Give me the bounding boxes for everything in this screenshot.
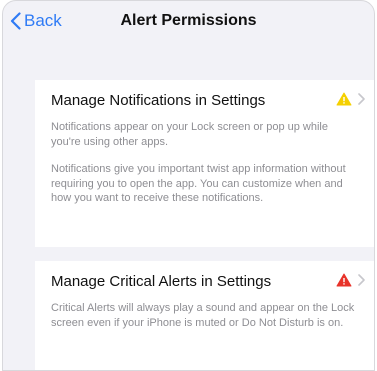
chevron-right-icon (358, 274, 365, 286)
notifications-description-1: Notifications appear on your Lock screen… (51, 121, 328, 148)
critical-alerts-card: Manage Critical Alerts in Settings Criti… (35, 261, 374, 370)
manage-notifications-row[interactable]: Manage Notifications in Settings (35, 80, 374, 120)
page-title: Alert Permissions (120, 12, 257, 29)
notifications-card: Manage Notifications in Settings Notific… (35, 80, 374, 247)
navigation-bar: Back Alert Permissions (3, 1, 374, 41)
critical-alerts-description: Critical Alerts will always play a sound… (51, 302, 355, 329)
alert-permissions-screen: Back Alert Permissions Manage Notificati… (2, 0, 375, 371)
manage-notifications-title: Manage Notifications in Settings (51, 91, 266, 109)
chevron-right-icon (358, 93, 365, 105)
manage-critical-alerts-title: Manage Critical Alerts in Settings (51, 272, 272, 290)
manage-critical-alerts-row[interactable]: Manage Critical Alerts in Settings (35, 261, 374, 301)
alert-icon (336, 273, 352, 287)
warning-icon (336, 92, 352, 106)
notifications-description-2: Notifications give you important twist a… (51, 163, 346, 204)
